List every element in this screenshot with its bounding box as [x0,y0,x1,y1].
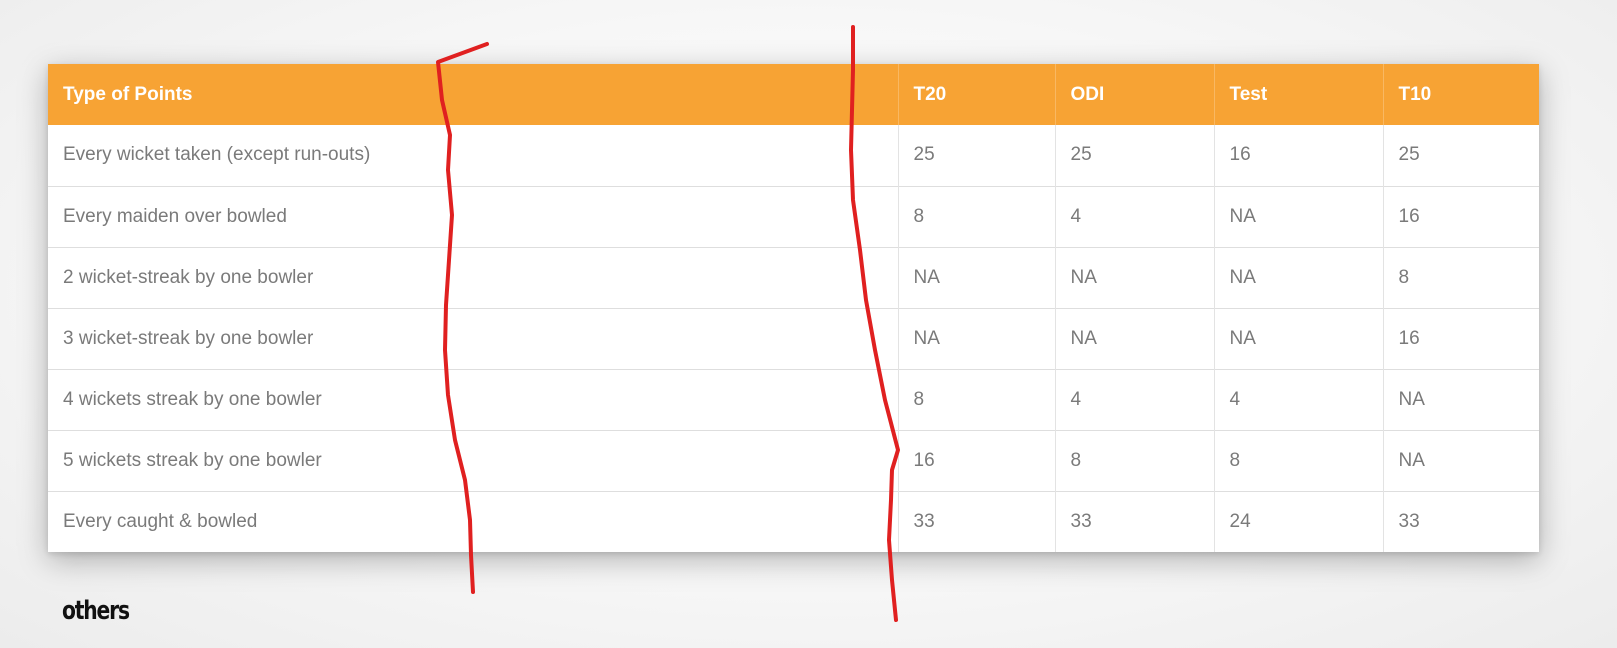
cell-odi: 8 [1055,429,1215,491]
cell-t10: NA [1383,368,1539,430]
cell-odi: 4 [1055,368,1215,430]
cell-test: NA [1214,185,1384,247]
cell-t20: NA [898,307,1056,369]
table-row: Every caught & bowled 33 33 24 33 [48,490,1539,552]
table-row: 2 wicket-streak by one bowler NA NA NA 8 [48,246,1539,308]
cell-t20: NA [898,246,1056,308]
cell-odi: 25 [1055,125,1215,186]
cell-t20: 16 [898,429,1056,491]
cell-t10: 25 [1383,125,1539,186]
cell-test: NA [1214,307,1384,369]
cell-type: Every wicket taken (except run-outs) [48,125,899,186]
cell-type: 5 wickets streak by one bowler [48,429,899,491]
cell-t20: 25 [898,125,1056,186]
header-test: Test [1214,64,1384,125]
cell-type: Every caught & bowled [48,490,899,552]
cell-test: 8 [1214,429,1384,491]
cell-t20: 8 [898,185,1056,247]
table-row: 4 wickets streak by one bowler 8 4 4 NA [48,368,1539,430]
cell-type: Every maiden over bowled [48,185,899,247]
cell-t10: 16 [1383,185,1539,247]
table-header-row: Type of Points T20 ODI Test T10 [48,64,1539,125]
cell-odi: 4 [1055,185,1215,247]
others-heading: others [62,596,130,626]
cell-type: 4 wickets streak by one bowler [48,368,899,430]
cell-test: NA [1214,246,1384,308]
cell-odi: 33 [1055,490,1215,552]
cell-t10: 33 [1383,490,1539,552]
cell-t20: 33 [898,490,1056,552]
cell-odi: NA [1055,307,1215,369]
cell-test: 16 [1214,125,1384,186]
header-t20: T20 [898,64,1056,125]
header-odi: ODI [1055,64,1215,125]
cell-t20: 8 [898,368,1056,430]
cell-test: 24 [1214,490,1384,552]
cell-type: 3 wicket-streak by one bowler [48,307,899,369]
cell-t10: NA [1383,429,1539,491]
cell-test: 4 [1214,368,1384,430]
header-t10: T10 [1383,64,1539,125]
points-table: Type of Points T20 ODI Test T10 Every wi… [48,64,1539,552]
table-row: 5 wickets streak by one bowler 16 8 8 NA [48,429,1539,491]
cell-t10: 8 [1383,246,1539,308]
cell-t10: 16 [1383,307,1539,369]
table-row: Every maiden over bowled 8 4 NA 16 [48,185,1539,247]
points-table-container: Type of Points T20 ODI Test T10 Every wi… [48,64,1539,552]
table-row: Every wicket taken (except run-outs) 25 … [48,125,1539,186]
cell-type: 2 wicket-streak by one bowler [48,246,899,308]
header-type-of-points: Type of Points [48,64,899,125]
table-row: 3 wicket-streak by one bowler NA NA NA 1… [48,307,1539,369]
cell-odi: NA [1055,246,1215,308]
